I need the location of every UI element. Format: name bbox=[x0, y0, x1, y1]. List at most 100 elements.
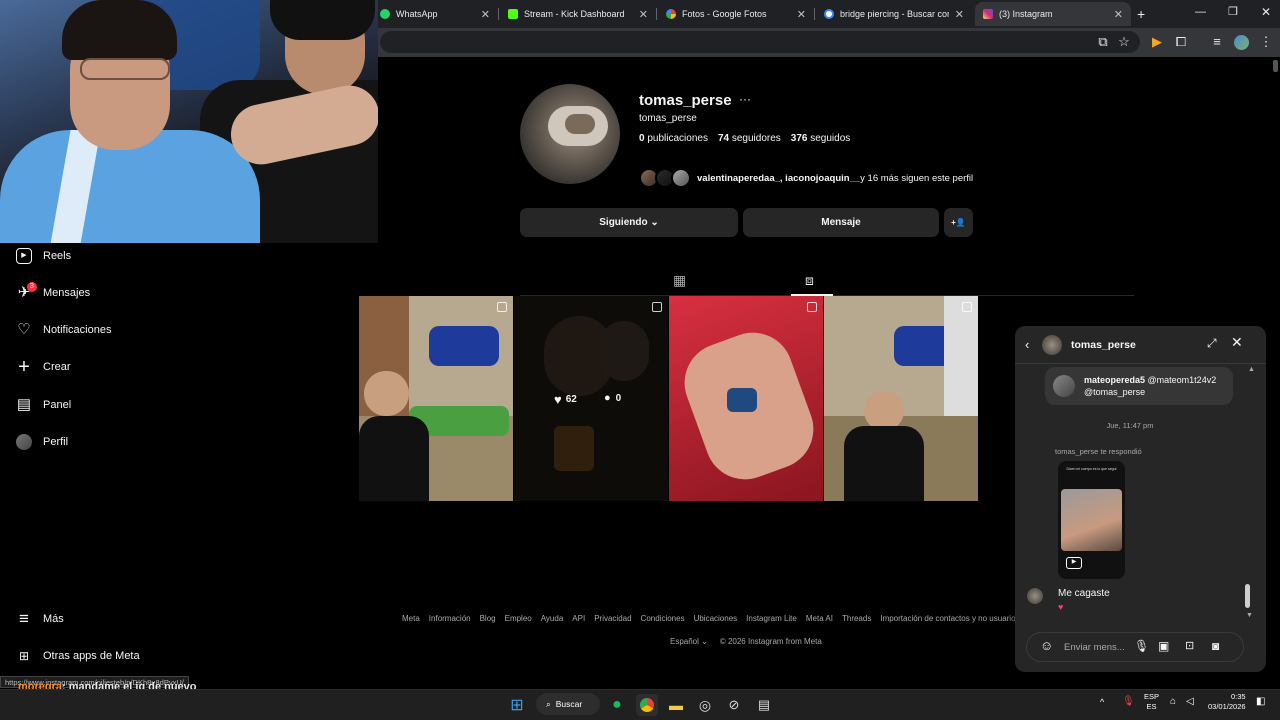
footer-link[interactable]: Meta AI bbox=[806, 614, 833, 623]
page-scrollbar[interactable] bbox=[1273, 60, 1278, 72]
back-chevron-icon[interactable]: ‹ bbox=[1025, 337, 1029, 352]
sticker-icon[interactable]: ◙ bbox=[1212, 639, 1219, 653]
sidebar-item-reels[interactable]: ▶ Reels bbox=[16, 246, 71, 266]
tab-instagram[interactable]: (3) Instagram ✕ bbox=[975, 2, 1131, 26]
footer-link[interactable]: Importación de contactos y no usuarios bbox=[880, 614, 1019, 623]
footer-link[interactable]: API bbox=[572, 614, 585, 623]
microphone-icon[interactable]: 🎙 bbox=[1134, 639, 1149, 653]
close-tab-icon[interactable]: ✕ bbox=[639, 8, 648, 21]
close-tab-icon[interactable]: ✕ bbox=[797, 8, 806, 21]
footer-link[interactable]: Blog bbox=[480, 614, 496, 623]
close-icon[interactable]: ✕ bbox=[1231, 334, 1243, 351]
sidebar-item-notifications[interactable]: ♡ Notificaciones bbox=[16, 320, 111, 340]
tab-whatsapp[interactable]: WhatsApp ✕ bbox=[372, 2, 498, 26]
profile-options-icon[interactable]: ··· bbox=[739, 92, 751, 106]
sidebar-item-profile[interactable]: Perfil bbox=[16, 432, 68, 452]
scroll-up-arrow-icon[interactable]: ▲ bbox=[1248, 366, 1255, 373]
browser-menu-icon[interactable]: ⋮ bbox=[1257, 34, 1275, 50]
sidebar-item-more[interactable]: ≡ Más bbox=[16, 609, 64, 629]
sidebar-item-create[interactable]: + Crear bbox=[16, 357, 71, 377]
tab-google-search[interactable]: bridge piercing - Buscar con Go ✕ bbox=[816, 2, 972, 26]
tagged-post[interactable] bbox=[824, 296, 978, 501]
close-tab-icon[interactable]: ✕ bbox=[481, 8, 490, 21]
tab-title: bridge piercing - Buscar con Go bbox=[840, 9, 949, 19]
posts-grid-icon[interactable]: ▦ bbox=[673, 272, 686, 289]
scroll-down-arrow-icon[interactable]: ▼ bbox=[1246, 612, 1253, 619]
message-input[interactable]: Enviar mens... bbox=[1064, 642, 1125, 653]
file-explorer-icon[interactable]: ▬ bbox=[665, 694, 687, 716]
tagged-icon[interactable]: ⧈ bbox=[805, 272, 814, 289]
footer-bottom: Español ⌄ © 2026 Instagram from Meta bbox=[670, 637, 822, 646]
following-stat[interactable]: 376 seguidos bbox=[791, 133, 851, 144]
windows-start-icon[interactable]: ⊞ bbox=[506, 694, 528, 716]
network-icon[interactable]: ⌂ bbox=[1170, 696, 1176, 707]
tab-kick[interactable]: Stream - Kick Dashboard ✕ bbox=[500, 2, 656, 26]
following-button[interactable]: Siguiendo ⌄ bbox=[520, 208, 738, 237]
followed-by[interactable]: valentinaperedaa_, iaconojoaquin__ y 16 … bbox=[639, 168, 973, 188]
profile-username: tomas_perse bbox=[639, 92, 732, 109]
tagged-post[interactable] bbox=[669, 296, 823, 501]
message-button[interactable]: Mensaje bbox=[743, 208, 939, 237]
emoji-icon[interactable]: ☺ bbox=[1040, 638, 1053, 653]
notifications-bell-icon[interactable]: ◧ bbox=[1256, 696, 1265, 707]
chat-title[interactable]: tomas_perse bbox=[1071, 339, 1136, 351]
footer-link[interactable]: Ubicaciones bbox=[694, 614, 738, 623]
footer-link[interactable]: Ayuda bbox=[541, 614, 564, 623]
clock[interactable]: 0:35 03/01/2026 bbox=[1208, 692, 1246, 712]
tagged-post[interactable] bbox=[359, 296, 513, 501]
close-tab-icon[interactable]: ✕ bbox=[1114, 8, 1123, 21]
volume-icon[interactable]: ◁ bbox=[1186, 696, 1194, 707]
chart-icon: ▤ bbox=[16, 396, 32, 413]
tab-title: Fotos - Google Fotos bbox=[682, 9, 767, 19]
close-tab-icon[interactable]: ✕ bbox=[955, 8, 964, 21]
footer-link[interactable]: Privacidad bbox=[594, 614, 631, 623]
chat-scrollbar[interactable] bbox=[1245, 584, 1250, 608]
new-tab-button[interactable]: + bbox=[1137, 6, 1145, 22]
language-select[interactable]: Español ⌄ bbox=[670, 637, 708, 646]
extension-play-icon[interactable]: ▶ bbox=[1148, 34, 1166, 50]
taskbar-search[interactable]: ⌕ Buscar bbox=[536, 693, 600, 715]
minimize-icon[interactable]: — bbox=[1195, 6, 1206, 18]
close-window-icon[interactable]: ✕ bbox=[1261, 5, 1271, 19]
sidebar-item-panel[interactable]: ▤ Panel bbox=[16, 395, 71, 415]
followers-stat[interactable]: 74 seguidores bbox=[718, 133, 781, 144]
likes-overlay: ♥ 62 bbox=[554, 392, 577, 407]
sidebar-item-label: Notificaciones bbox=[43, 324, 112, 336]
footer-link[interactable]: Empleo bbox=[505, 614, 532, 623]
media-control-icon[interactable]: ≡ bbox=[1208, 34, 1226, 49]
tab-google-photos[interactable]: Fotos - Google Fotos ✕ bbox=[658, 2, 814, 26]
sidebar-item-label: Crear bbox=[43, 361, 71, 373]
reaction-heart-icon[interactable]: ♥ bbox=[1058, 602, 1063, 612]
add-user-icon[interactable]: +👤 bbox=[944, 208, 973, 237]
app-icon[interactable]: ⊘ bbox=[723, 694, 745, 716]
comment-bubble-icon: ● bbox=[604, 392, 611, 404]
chrome-icon[interactable] bbox=[636, 694, 658, 716]
profile-avatar[interactable] bbox=[520, 84, 620, 184]
spotify-icon[interactable]: ● bbox=[606, 694, 628, 716]
notepad-icon[interactable]: ▤ bbox=[753, 694, 775, 716]
address-bar[interactable] bbox=[380, 31, 1140, 53]
microphone-muted-icon[interactable]: 🎙 bbox=[1122, 696, 1135, 707]
profile-avatar-icon[interactable] bbox=[1234, 35, 1249, 50]
image-icon[interactable]: ▣ bbox=[1158, 639, 1169, 653]
gif-icon[interactable]: ⊡ bbox=[1185, 639, 1194, 652]
footer-link[interactable]: Instagram Lite bbox=[746, 614, 797, 623]
footer-link[interactable]: Información bbox=[429, 614, 471, 623]
restore-icon[interactable]: ❐ bbox=[1228, 5, 1238, 18]
obs-icon[interactable]: ◎ bbox=[694, 694, 716, 716]
language-indicator[interactable]: ESP ES bbox=[1144, 692, 1159, 712]
footer-link[interactable]: Threads bbox=[842, 614, 871, 623]
install-app-icon[interactable]: ⧉ bbox=[1094, 34, 1112, 50]
expand-icon[interactable]: ⤢ bbox=[1207, 336, 1217, 351]
sidebar-item-label: Reels bbox=[43, 250, 72, 262]
tray-overflow-icon[interactable]: ^ bbox=[1100, 697, 1104, 707]
sidebar-item-label: Perfil bbox=[43, 436, 69, 448]
comments-overlay: ● 0 bbox=[604, 392, 621, 404]
bookmark-star-icon[interactable]: ☆ bbox=[1115, 34, 1133, 50]
reel-preview[interactable]: Dicen mi cuerpo es lo que seguí ▶ bbox=[1058, 461, 1125, 579]
extensions-puzzle-icon[interactable]: ⧠ bbox=[1172, 34, 1190, 50]
tagged-post-hovered[interactable]: ♥ 62 ● 0 bbox=[514, 296, 668, 501]
sidebar-item-meta-apps[interactable]: ⊞ Otras apps de Meta bbox=[16, 646, 140, 666]
footer-link[interactable]: Meta bbox=[402, 614, 420, 623]
footer-link[interactable]: Condiciones bbox=[641, 614, 685, 623]
